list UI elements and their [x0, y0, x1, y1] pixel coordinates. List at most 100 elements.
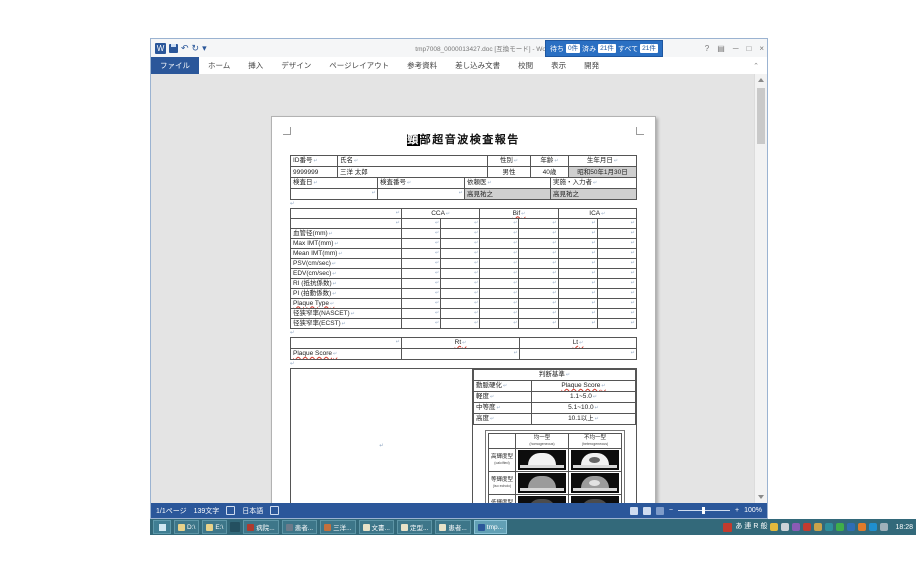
taskbar-app[interactable]: 患者...: [282, 520, 317, 534]
meas-value-cell[interactable]: [402, 299, 441, 309]
requesting-doctor-value[interactable]: 高見祐之: [465, 189, 551, 200]
tray-icon-navy[interactable]: [847, 523, 855, 531]
criteria-left-empty-cell[interactable]: ↵: [291, 369, 473, 504]
tray-icon-green[interactable]: [836, 523, 844, 531]
meas-value-cell[interactable]: [480, 269, 519, 279]
meas-value-cell[interactable]: [597, 279, 636, 289]
scroll-up-icon[interactable]: [758, 78, 764, 82]
meas-value-cell[interactable]: [480, 319, 519, 329]
zoom-out-button[interactable]: −: [669, 507, 673, 514]
tray-icon-teal[interactable]: [825, 523, 833, 531]
meas-value-cell[interactable]: [480, 309, 519, 319]
meas-value-cell[interactable]: [597, 269, 636, 279]
meas-value-cell[interactable]: [480, 259, 519, 269]
tray-icon-yellow[interactable]: [770, 523, 778, 531]
meas-empty-cell[interactable]: [480, 219, 519, 229]
zoom-slider-thumb[interactable]: [702, 507, 705, 514]
meas-value-cell[interactable]: [441, 279, 480, 289]
tray-icon-gold[interactable]: [814, 523, 822, 531]
meas-value-cell[interactable]: [558, 279, 597, 289]
meas-value-cell[interactable]: [441, 249, 480, 259]
zoom-in-button[interactable]: +: [735, 507, 739, 514]
restore-button[interactable]: □: [746, 44, 751, 53]
taskbar-app[interactable]: 三洋...: [320, 520, 355, 534]
tray-icon-blue[interactable]: [869, 523, 877, 531]
patient-id-value[interactable]: 9999999: [291, 167, 338, 178]
meas-value-cell[interactable]: [519, 279, 558, 289]
close-button[interactable]: ×: [759, 44, 764, 53]
meas-value-cell[interactable]: [597, 239, 636, 249]
queue-status-badge[interactable]: 待ち 0件 済み 21件 すべて 21件: [545, 40, 663, 57]
meas-value-cell[interactable]: [597, 249, 636, 259]
meas-value-cell[interactable]: [441, 259, 480, 269]
meas-value-cell[interactable]: [480, 289, 519, 299]
meas-value-cell[interactable]: [402, 309, 441, 319]
taskbar-app[interactable]: 定型...: [397, 520, 432, 534]
meas-value-cell[interactable]: [480, 299, 519, 309]
meas-value-cell[interactable]: [597, 229, 636, 239]
meas-value-cell[interactable]: [558, 229, 597, 239]
meas-value-cell[interactable]: [519, 309, 558, 319]
meas-value-cell[interactable]: [480, 279, 519, 289]
meas-value-cell[interactable]: [441, 299, 480, 309]
taskbar-clock[interactable]: 18:28: [895, 524, 913, 531]
meas-value-cell[interactable]: [402, 319, 441, 329]
web-layout-icon[interactable]: [656, 507, 664, 515]
meas-value-cell[interactable]: [402, 229, 441, 239]
help-button[interactable]: ?: [705, 44, 709, 53]
zoom-slider[interactable]: [678, 510, 730, 511]
taskbar-app[interactable]: 病院...: [243, 520, 278, 534]
meas-value-cell[interactable]: [480, 239, 519, 249]
meas-empty-cell[interactable]: [597, 219, 636, 229]
meas-value-cell[interactable]: [441, 229, 480, 239]
patient-age-value[interactable]: 40歳: [531, 167, 569, 178]
meas-value-cell[interactable]: [519, 249, 558, 259]
page-count[interactable]: 1/1ページ: [156, 506, 187, 516]
taskbar-app[interactable]: 文書...: [359, 520, 394, 534]
meas-empty-cell[interactable]: [402, 219, 441, 229]
scrollbar-thumb[interactable]: [757, 88, 765, 144]
meas-value-cell[interactable]: [558, 249, 597, 259]
redo-icon[interactable]: ↻: [192, 43, 200, 53]
macro-record-icon[interactable]: [270, 506, 279, 515]
meas-value-cell[interactable]: [558, 319, 597, 329]
explorer-d-drive-button[interactable]: D:\: [174, 520, 199, 534]
meas-value-cell[interactable]: [558, 269, 597, 279]
tray-icon-gray[interactable]: [880, 523, 888, 531]
plaque-score-rt-value[interactable]: [402, 349, 520, 360]
ime-mode-letter[interactable]: 連: [744, 521, 751, 533]
meas-value-cell[interactable]: [402, 269, 441, 279]
tab-file[interactable]: ファイル: [151, 57, 199, 74]
start-button[interactable]: [153, 520, 171, 534]
tab-references[interactable]: 参考資料: [398, 57, 446, 74]
meas-value-cell[interactable]: [441, 289, 480, 299]
ime-mode-letter[interactable]: R: [753, 521, 758, 533]
meas-value-cell[interactable]: [519, 259, 558, 269]
meas-value-cell[interactable]: [519, 229, 558, 239]
explorer-e-drive-button[interactable]: E:\: [202, 520, 227, 534]
meas-value-cell[interactable]: [558, 259, 597, 269]
tray-icon-orange[interactable]: [858, 523, 866, 531]
meas-value-cell[interactable]: [519, 299, 558, 309]
tray-icon-silver[interactable]: [781, 523, 789, 531]
meas-value-cell[interactable]: [402, 279, 441, 289]
tab-view[interactable]: 表示: [542, 57, 575, 74]
meas-value-cell[interactable]: [597, 289, 636, 299]
tab-design[interactable]: デザイン: [272, 57, 320, 74]
meas-value-cell[interactable]: [441, 239, 480, 249]
meas-value-cell[interactable]: [441, 309, 480, 319]
print-layout-icon[interactable]: [643, 507, 651, 515]
read-mode-icon[interactable]: [630, 507, 638, 515]
meas-value-cell[interactable]: [558, 299, 597, 309]
patient-sex-value[interactable]: 男性: [488, 167, 531, 178]
undo-icon[interactable]: ↶: [181, 43, 189, 53]
meas-value-cell[interactable]: [597, 319, 636, 329]
meas-value-cell[interactable]: [558, 289, 597, 299]
meas-value-cell[interactable]: [519, 319, 558, 329]
qat-customize-caret-icon[interactable]: ▾: [202, 43, 207, 53]
patient-name-value[interactable]: 三洋 太郎: [338, 167, 488, 178]
tab-page-layout[interactable]: ページレイアウト: [320, 57, 398, 74]
tab-home[interactable]: ホーム: [199, 57, 239, 74]
meas-empty-cell[interactable]: [558, 219, 597, 229]
tray-icon-purple[interactable]: [792, 523, 800, 531]
